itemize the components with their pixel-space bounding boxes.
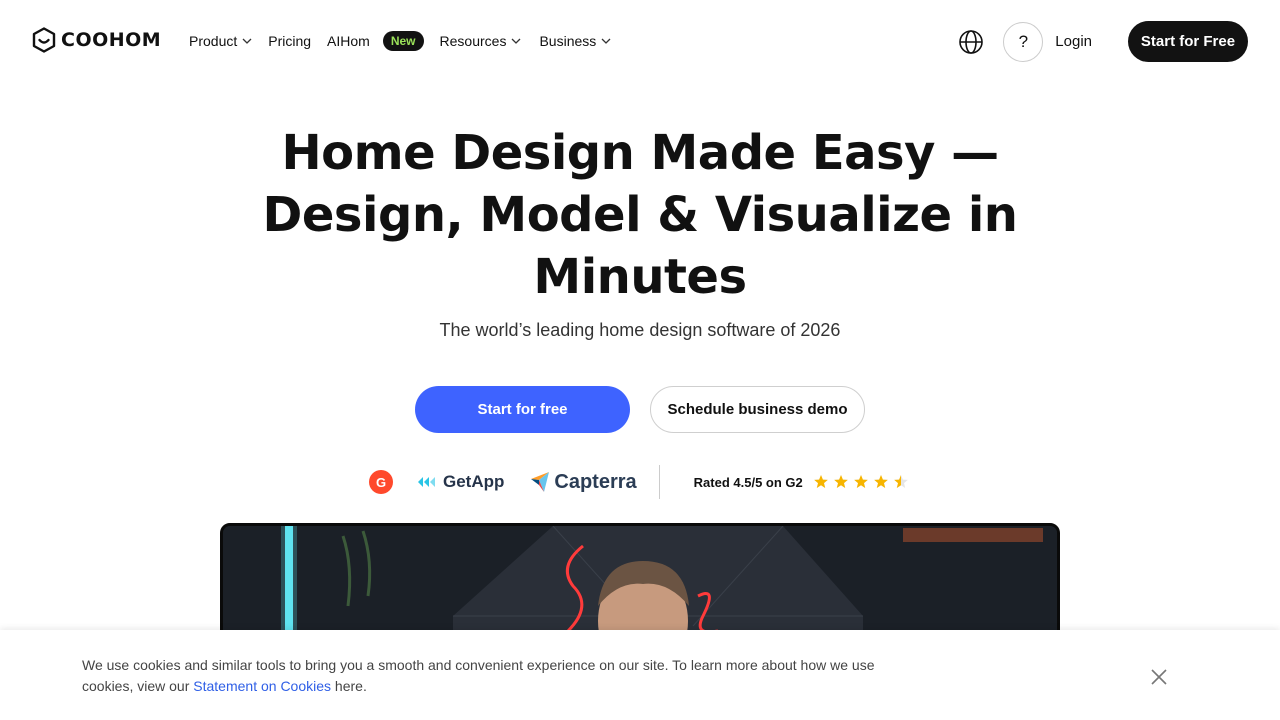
star-rating [813,474,909,490]
star-icon [833,475,848,488]
menu-item-product[interactable]: Product [189,33,252,49]
logo-text: COOHOM [61,29,162,51]
ratings-divider [658,465,660,499]
ratings-bar: G GetApp Capterra Rated 4.5/5 on G2 [369,464,909,500]
schedule-demo-button[interactable]: Schedule business demo [650,386,865,433]
hero-title: Home Design Made Easy — Design, Model & … [240,122,1040,308]
help-icon: ? [1018,31,1029,51]
g2-logo-icon[interactable]: G [369,470,393,494]
star-icon [853,475,868,488]
chevron-down-icon [511,38,521,44]
getapp-logo-icon [418,477,435,487]
chevron-down-icon [601,38,611,44]
coohom-logo-icon [32,27,56,53]
main-menu: Product Pricing AIHom New Resources Busi… [189,30,611,52]
getapp-logo-text: GetApp [443,472,505,491]
star-icon [873,475,888,488]
help-button[interactable]: ? [1003,21,1044,62]
start-for-free-button[interactable]: Start for free [415,386,630,433]
menu-item-product-label: Product [189,33,238,49]
hero-subtitle: The world’s leading home design software… [439,320,841,340]
start-for-free-nav-button[interactable]: Start for Free [1128,21,1248,62]
hero-title-line-3: Minutes [533,249,747,305]
menu-item-business[interactable]: Business [539,33,611,49]
chevron-down-icon [242,38,252,44]
cookie-banner: We use cookies and similar tools to brin… [0,630,1280,720]
hero-title-line-1: Home Design Made Easy — [281,125,999,181]
menu-item-resources[interactable]: Resources [440,33,522,49]
hero-title-line-2: Design, Model & Visualize in [262,187,1018,243]
close-icon[interactable] [1150,668,1168,686]
menu-item-business-label: Business [539,33,597,49]
new-badge: New [382,31,424,51]
getapp-logo[interactable]: GetApp [417,472,504,492]
menu-item-resources-label: Resources [439,33,507,49]
menu-item-pricing[interactable]: Pricing [268,33,311,49]
coohom-logo[interactable]: COOHOM [32,27,161,53]
capterra-logo-icon [531,472,550,492]
capterra-logo[interactable]: Capterra [530,470,637,494]
menu-item-pricing-label: Pricing [268,33,312,49]
menu-item-aihom-label: AIHom [327,33,370,49]
star-icon [893,475,908,488]
hero-cta-row: Start for free Schedule business demo [415,386,865,433]
top-navigation: COOHOM Product Pricing AIHom New Resourc… [0,0,1280,82]
menu-item-aihom[interactable]: AIHom New [327,31,424,51]
cookie-text-after: here. [331,678,367,694]
capterra-logo-text: Capterra [554,470,637,493]
globe-icon[interactable] [958,29,984,55]
cookie-message: We use cookies and similar tools to brin… [82,655,882,697]
login-link[interactable]: Login [1055,33,1092,50]
nav-actions: ? Login Start for Free [958,21,1248,62]
star-icon [813,475,828,488]
g2-rating-text: Rated 4.5/5 on G2 [693,474,803,490]
cookie-statement-link[interactable]: Statement on Cookies [193,678,331,694]
